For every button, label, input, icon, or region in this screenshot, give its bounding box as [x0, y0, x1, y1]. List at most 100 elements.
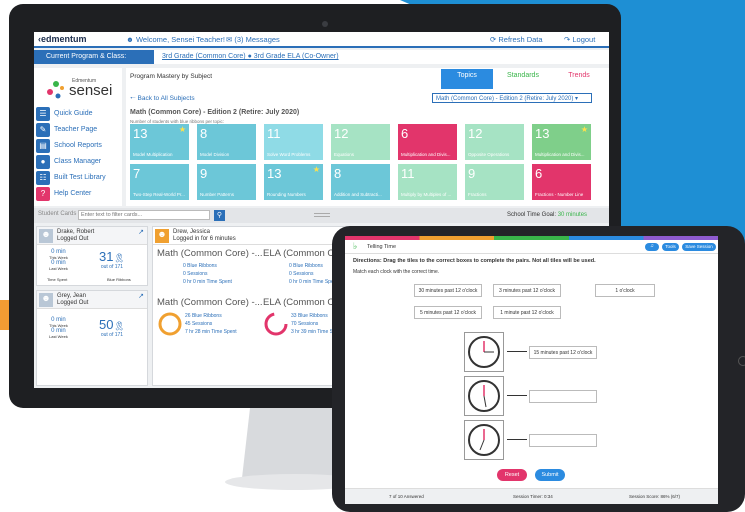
- topic-tile[interactable]: 13 Rounding Numbers ★: [264, 164, 323, 200]
- logo-text: edmentum: [41, 34, 87, 44]
- student-card[interactable]: ☻ Grey, Jean Logged Out ↗ 0 min This Wee…: [36, 290, 148, 386]
- star-icon: ★: [580, 125, 588, 134]
- school-time-goal: School Time Goal: 30 minutes: [507, 212, 587, 218]
- topic-tile[interactable]: 12 Equations: [331, 124, 390, 160]
- tab-label: Topics: [457, 72, 477, 79]
- topic-tile[interactable]: 11 Solve Word Problems: [264, 124, 323, 160]
- subject-select[interactable]: Math (Common Core) - Edition 2 (Retire: …: [432, 93, 592, 103]
- student-cards-label: Student Cards: [38, 211, 77, 217]
- topic-tile[interactable]: 6 Multiplication and Divis...: [398, 124, 457, 160]
- tile-topic-name: Multiply by Multiples of ...: [401, 192, 452, 197]
- camera-icon: [322, 21, 328, 27]
- stat-line: 7 hr 28 min Time Spent: [185, 329, 237, 335]
- drag-handle-icon[interactable]: [314, 213, 330, 217]
- topic-tile[interactable]: 8 Model Division: [197, 124, 256, 160]
- refresh-button[interactable]: ⟳ Refresh Data: [490, 35, 543, 44]
- sidebar-item-school-reports[interactable]: ▤ School Reports: [34, 138, 122, 154]
- clock-box: [464, 332, 504, 372]
- topic-tile[interactable]: 11 Multiply by Multiples of ...: [398, 164, 457, 200]
- lesson-icon: ♭: [353, 241, 358, 251]
- topic-tile[interactable]: 13 Multiplication and Divis... ★: [532, 124, 591, 160]
- time-spent: 0 min This Week 0 min Last Week: [49, 249, 68, 271]
- expand-icon[interactable]: ↗: [138, 228, 144, 236]
- filter-bar: Student Cards ⚲ School Time Goal: 30 min…: [34, 208, 609, 223]
- messages-link[interactable]: ✉ (3) Messages: [226, 35, 280, 44]
- student-card-header: ☻ Drake, Robert Logged Out ↗: [37, 227, 147, 245]
- answer-tile[interactable]: 3 minutes past 12 o'clock: [493, 284, 561, 297]
- ribbon-icon: 🎗: [113, 321, 125, 331]
- ribbon-out-of: out of 171: [100, 332, 124, 338]
- topic-tile[interactable]: 8 Addition and Subtracti...: [331, 164, 390, 200]
- sidebar-item-label: Quick Guide: [54, 110, 93, 117]
- tile-count: 13: [267, 166, 282, 181]
- report-icon: ▤: [36, 139, 50, 153]
- drop-target[interactable]: [529, 434, 597, 447]
- student-status: Logged in for 6 minutes: [173, 236, 236, 242]
- filter-cards-input[interactable]: [78, 210, 210, 220]
- tile-topic-name: Model Division: [200, 152, 230, 157]
- expand-icon[interactable]: ↗: [138, 292, 144, 300]
- tile-topic-name: Multiplication and Divis...: [401, 152, 451, 157]
- sidebar-item-label: School Reports: [54, 142, 102, 149]
- topic-tile[interactable]: 13 Model Multiplication ★: [130, 124, 189, 160]
- student-card-header: ☻ Grey, Jean Logged Out ↗: [37, 291, 147, 309]
- back-link[interactable]: 🠐 Back to All Subjects: [130, 94, 195, 105]
- stat-line: 0 Blue Ribbons: [289, 263, 323, 269]
- drop-target[interactable]: 15 minutes past 12 o'clock: [529, 346, 597, 359]
- tile-topic-name: Fractions: [468, 192, 487, 197]
- book-icon: ☰: [36, 107, 50, 121]
- tile-topic-name: Solve Word Problems: [267, 152, 311, 157]
- stat-line: 45 Sessions: [185, 321, 213, 327]
- save-session-button[interactable]: Save Session: [682, 243, 716, 251]
- tile-count: 9: [200, 166, 208, 181]
- library-icon: ☷: [36, 171, 50, 185]
- topic-tile[interactable]: 6 Fractions - Number Line: [532, 164, 591, 200]
- program-selector[interactable]: 3rd Grade (Common Core) ● 3rd Grade ELA …: [162, 53, 339, 60]
- reset-button[interactable]: Reset: [497, 469, 527, 481]
- logout-text: Logout: [572, 35, 596, 44]
- lesson-header: ♭ Telling Time ♫ Tools Save Session: [345, 240, 718, 254]
- last-label: Last Week: [49, 334, 68, 339]
- answer-tile[interactable]: 5 minutes past 12 o'clock: [414, 306, 482, 319]
- tile-topic-name: Opposite Operations: [468, 152, 510, 157]
- audio-icon[interactable]: ♫: [645, 243, 659, 251]
- answer-tile[interactable]: 1 o'clock: [595, 284, 655, 297]
- sidebar-item-label: Teacher Page: [54, 126, 98, 133]
- sidebar-item-help-center[interactable]: ? Help Center: [34, 186, 122, 202]
- topic-tile[interactable]: 9 Number Patterns: [197, 164, 256, 200]
- sidebar-item-test-library[interactable]: ☷ Built Test Library: [34, 170, 122, 186]
- submit-button[interactable]: Submit: [535, 469, 565, 481]
- drop-target[interactable]: [529, 390, 597, 403]
- progress-ring: [158, 312, 182, 336]
- tab-standards[interactable]: Standards: [497, 69, 549, 89]
- topic-tile[interactable]: 9 Fractions: [465, 164, 524, 200]
- answer-tile[interactable]: 30 minutes past 12 o'clock: [414, 284, 482, 297]
- sidebar-item-quick-guide[interactable]: ☰ Quick Guide: [34, 106, 122, 122]
- search-icon[interactable]: ⚲: [214, 210, 225, 221]
- student-name: Grey, Jean: [57, 293, 86, 299]
- edmentum-logo[interactable]: ‹edmentum: [38, 34, 87, 44]
- arrow-connector: [507, 395, 527, 396]
- tools-button[interactable]: Tools: [662, 243, 679, 251]
- tile-count: 7: [133, 166, 141, 181]
- student-card[interactable]: ☻ Drake, Robert Logged Out ↗ 0 min This …: [36, 226, 148, 286]
- subject-stats: 0 Blue Ribbons 0 Sessions 0 hr 0 min Time …: [183, 262, 232, 286]
- sidebar-item-teacher-page[interactable]: ✎ Teacher Page: [34, 122, 122, 138]
- home-button[interactable]: [738, 356, 745, 366]
- student-name: Drew, Jessica: [173, 229, 211, 235]
- sidebar-item-class-manager[interactable]: ● Class Manager: [34, 154, 122, 170]
- topic-tile[interactable]: 12 Opposite Operations: [465, 124, 524, 160]
- tile-topic-name: Model Multiplication: [133, 152, 173, 157]
- tile-count: 11: [267, 126, 281, 141]
- stat-line: 0 Blue Ribbons: [183, 263, 217, 269]
- tile-count: 8: [334, 166, 342, 181]
- welcome-link[interactable]: ☻ Welcome, Sensei Teacher!: [126, 35, 225, 44]
- answer-tile[interactable]: 1 minute past 12 o'clock: [493, 306, 561, 319]
- tile-topic-name: Fractions - Number Line: [535, 192, 584, 197]
- logout-button[interactable]: ↷ Logout: [564, 35, 595, 44]
- tab-topics[interactable]: Topics: [441, 69, 493, 89]
- tab-trends[interactable]: Trends: [553, 69, 605, 89]
- topic-tile[interactable]: 7 Two-Step Real-World Pr...: [130, 164, 189, 200]
- session-timer: Session Timer: 0:34: [513, 494, 553, 499]
- stat-line: 0 hr 0 min Time Spent: [183, 279, 232, 285]
